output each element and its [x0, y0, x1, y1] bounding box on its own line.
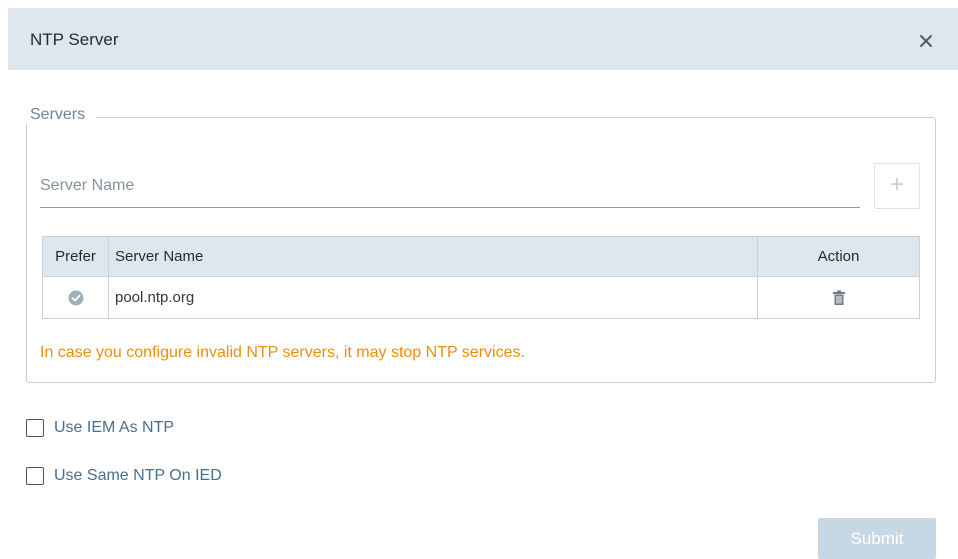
server-name-input[interactable]: [40, 165, 860, 208]
use-same-ntp-on-ied-label[interactable]: Use Same NTP On IED: [54, 467, 222, 485]
close-icon[interactable]: [914, 29, 938, 53]
add-server-button[interactable]: +: [874, 163, 920, 209]
plus-icon: +: [889, 171, 904, 198]
use-iem-as-ntp-label[interactable]: Use IEM As NTP: [54, 419, 174, 437]
check-circle-icon[interactable]: [68, 290, 84, 306]
table-header-row: Prefer Server Name Action: [42, 236, 920, 277]
server-name-cell: pool.ntp.org: [108, 276, 758, 319]
use-iem-as-ntp-option[interactable]: Use IEM As NTP: [26, 417, 174, 439]
prefer-cell[interactable]: [42, 276, 109, 319]
header-server-name: Server Name: [108, 236, 758, 277]
submit-button[interactable]: Submit: [818, 518, 936, 559]
trash-icon[interactable]: [832, 290, 846, 306]
warning-message: In case you configure invalid NTP server…: [40, 344, 525, 361]
use-same-ntp-on-ied-option[interactable]: Use Same NTP On IED: [26, 465, 222, 487]
action-cell: [757, 276, 920, 319]
header-prefer: Prefer: [42, 236, 109, 277]
table-row: pool.ntp.org: [42, 276, 920, 319]
servers-table: Prefer Server Name Action pool.ntp.org: [42, 236, 920, 319]
dialog-title: NTP Server: [30, 30, 119, 49]
header-action: Action: [757, 236, 920, 277]
servers-legend: Servers: [22, 106, 98, 124]
use-iem-as-ntp-checkbox[interactable]: [26, 419, 44, 437]
dialog-header: NTP Server: [8, 8, 958, 70]
use-same-ntp-on-ied-checkbox[interactable]: [26, 467, 44, 485]
